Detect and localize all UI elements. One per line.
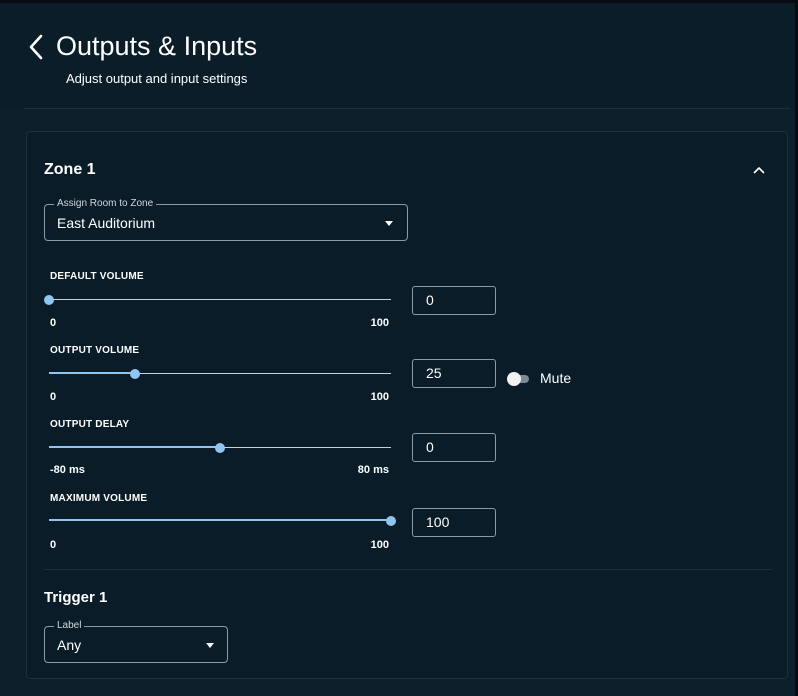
- output-volume-label: OUTPUT VOLUME: [50, 345, 140, 356]
- trigger-select-value: Any: [57, 637, 82, 653]
- output-delay-slider[interactable]: [49, 440, 391, 456]
- slider-thumb[interactable]: [386, 516, 396, 526]
- output-volume-min: 0: [50, 391, 57, 403]
- default-volume-max: 100: [370, 317, 389, 329]
- page-subtitle: Adjust output and input settings: [66, 71, 248, 86]
- zone-title: Zone 1: [44, 161, 96, 178]
- toggle-knob: [507, 372, 521, 386]
- maximum-volume-max: 100: [370, 539, 389, 551]
- slider-fill: [49, 446, 220, 448]
- room-select[interactable]: Assign Room to Zone East Auditorium: [44, 198, 408, 241]
- zone-card: Zone 1 Assign Room to Zone East Auditori…: [26, 131, 788, 679]
- slider-fill: [49, 519, 391, 521]
- section-divider: [44, 569, 772, 570]
- slider-thumb[interactable]: [215, 443, 225, 453]
- slider-rail: [49, 299, 391, 300]
- chevron-left-icon: [29, 34, 43, 60]
- room-select-label: Assign Room to Zone: [54, 198, 157, 210]
- header-divider: [24, 108, 790, 109]
- output-delay-min: -80 ms: [50, 464, 85, 476]
- output-volume-slider[interactable]: [49, 366, 391, 382]
- mute-toggle[interactable]: Mute: [507, 369, 587, 389]
- maximum-volume-label: MAXIMUM VOLUME: [50, 493, 148, 504]
- maximum-volume-input[interactable]: 100: [412, 508, 496, 537]
- output-delay-input[interactable]: 0: [412, 433, 496, 462]
- mute-label: Mute: [540, 370, 572, 386]
- back-button[interactable]: [22, 30, 50, 64]
- room-select-value: East Auditorium: [57, 215, 156, 231]
- trigger-title: Trigger 1: [44, 589, 108, 606]
- output-volume-max: 100: [370, 391, 389, 403]
- default-volume-input[interactable]: 0: [412, 286, 496, 315]
- default-volume-min: 0: [50, 317, 57, 329]
- maximum-volume-min: 0: [50, 539, 57, 551]
- slider-thumb[interactable]: [44, 295, 54, 305]
- caret-down-icon: [385, 221, 393, 226]
- trigger-label-select[interactable]: Label Any: [44, 620, 228, 663]
- collapse-button[interactable]: [750, 161, 768, 179]
- trigger-select-label: Label: [54, 620, 85, 632]
- page-title: Outputs & Inputs: [56, 31, 258, 61]
- slider-thumb[interactable]: [129, 369, 140, 379]
- caret-down-icon: [206, 643, 214, 648]
- output-volume-input[interactable]: 25: [412, 359, 496, 388]
- output-delay-max: 80 ms: [357, 464, 389, 476]
- maximum-volume-slider[interactable]: [49, 513, 396, 529]
- default-volume-slider[interactable]: [44, 292, 391, 308]
- chevron-up-icon: [753, 167, 765, 174]
- slider-fill: [49, 372, 135, 374]
- page-header: Outputs & Inputs Adjust output and input…: [0, 3, 795, 109]
- default-volume-label: DEFAULT VOLUME: [50, 271, 144, 282]
- output-delay-label: OUTPUT DELAY: [50, 419, 130, 430]
